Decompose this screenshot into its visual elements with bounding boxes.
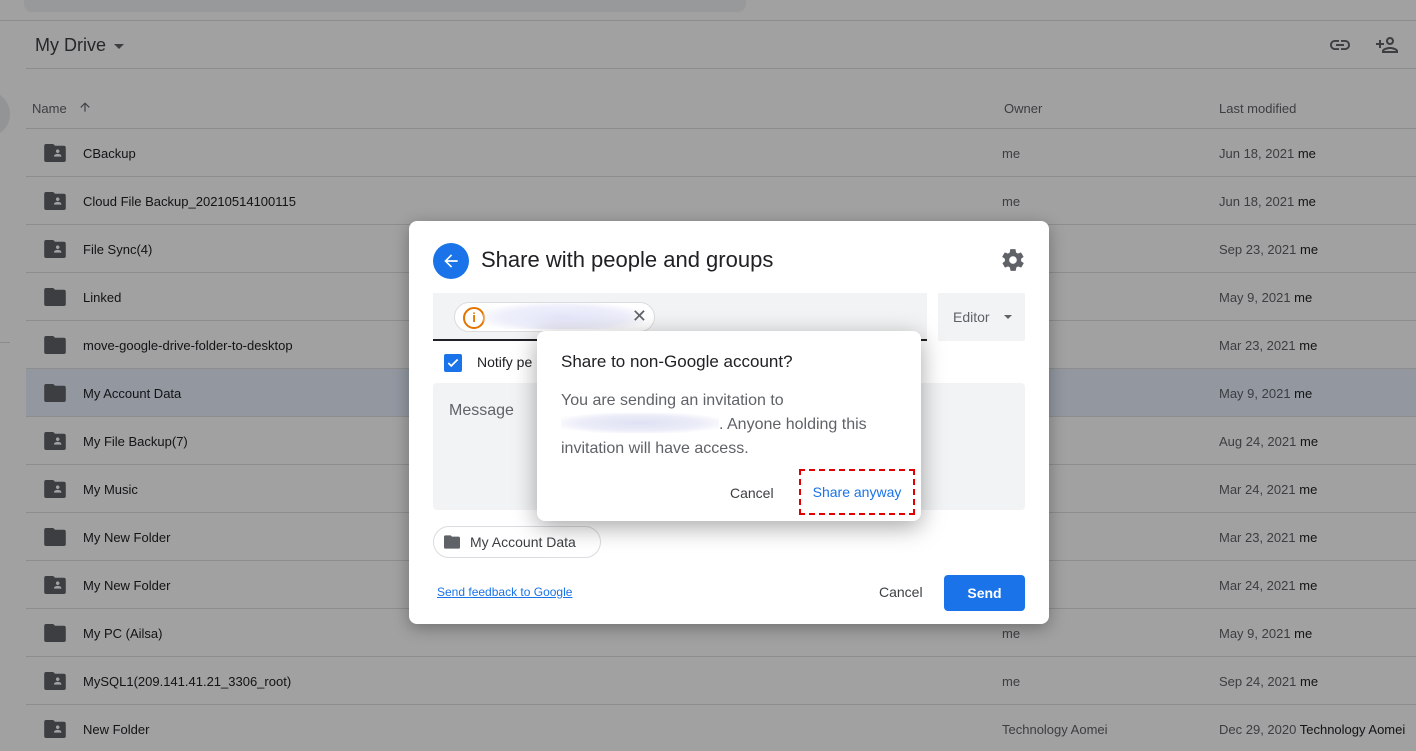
- arrow-back-icon: [444, 254, 458, 268]
- send-button[interactable]: Send: [944, 575, 1025, 611]
- role-dropdown[interactable]: Editor: [938, 293, 1025, 341]
- check-icon: [447, 358, 459, 368]
- back-button[interactable]: [433, 243, 469, 279]
- folder-icon: [444, 535, 460, 549]
- redacted-email: [483, 303, 643, 329]
- recipient-chip[interactable]: i ✕: [454, 302, 655, 332]
- shared-item-chip: My Account Data: [433, 526, 601, 558]
- confirm-cancel-button[interactable]: Cancel: [730, 485, 774, 501]
- confirm-dialog-title: Share to non-Google account?: [561, 352, 793, 371]
- body-prefix: You are sending an invitation to: [561, 392, 784, 409]
- share-anyway-label: Share anyway: [812, 484, 902, 500]
- role-label: Editor: [953, 309, 990, 325]
- confirm-dialog-body: You are sending an invitation to . Anyon…: [561, 389, 891, 461]
- gear-icon[interactable]: [1000, 247, 1026, 273]
- cancel-button[interactable]: Cancel: [867, 575, 935, 611]
- notify-label: Notify pe: [477, 354, 533, 370]
- share-anyway-button[interactable]: Share anyway: [799, 469, 915, 515]
- notify-checkbox[interactable]: [444, 354, 462, 372]
- message-placeholder: Message: [449, 402, 514, 419]
- confirm-dialog: Share to non-Google account? You are sen…: [537, 331, 921, 521]
- info-icon: i: [463, 307, 485, 329]
- shared-item-name: My Account Data: [470, 534, 576, 550]
- chevron-down-icon: [1003, 315, 1012, 319]
- close-icon[interactable]: ✕: [632, 306, 647, 327]
- send-feedback-link[interactable]: Send feedback to Google: [437, 585, 572, 599]
- redacted-email: [561, 413, 719, 433]
- share-dialog-title: Share with people and groups: [481, 247, 774, 272]
